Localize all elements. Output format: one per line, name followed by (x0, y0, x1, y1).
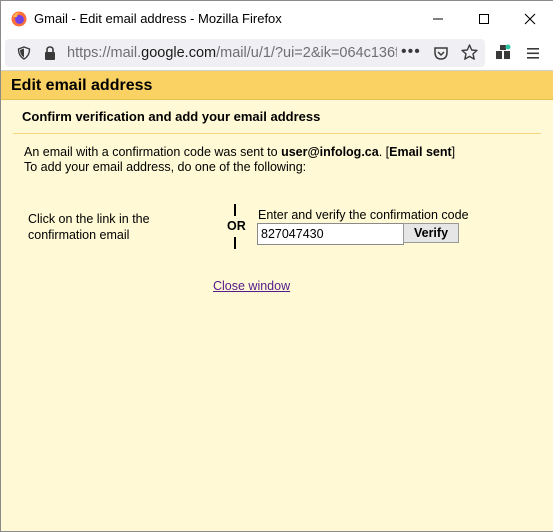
maximize-icon (479, 13, 489, 24)
url-text[interactable]: https://mail.google.com/mail/u/1/?ui=2&i… (67, 45, 397, 61)
confirmation-code-input[interactable] (257, 223, 404, 245)
firefox-popup-window: Gmail - Edit email address - Mozilla Fir… (0, 0, 553, 532)
option-click-link: Click on the link in the confirmation em… (28, 212, 150, 242)
email-sent-status: Email sent (389, 145, 452, 159)
minimize-icon (433, 18, 443, 19)
title-bar[interactable]: Gmail - Edit email address - Mozilla Fir… (1, 1, 553, 36)
tracking-shield-icon[interactable] (17, 46, 31, 60)
extensions-icon[interactable] (495, 44, 511, 60)
instruction-text: To add your email address, do one of the… (24, 160, 307, 174)
close-window-link[interactable]: Close window (213, 279, 290, 293)
or-divider-top (234, 204, 236, 216)
close-button[interactable] (507, 1, 553, 36)
pocket-icon[interactable] (433, 45, 449, 61)
code-label: Enter and verify the confirmation code (258, 208, 469, 222)
close-icon (524, 13, 536, 24)
or-divider-bottom (234, 237, 236, 249)
confirmation-message: An email with a confirmation code was se… (24, 145, 544, 175)
dialog-content: Edit email address Confirm verification … (1, 71, 553, 531)
lock-icon[interactable] (43, 45, 57, 61)
subheader-title: Confirm verification and add your email … (22, 109, 321, 124)
dialog-title: Edit email address (11, 77, 153, 94)
dialog-header: Edit email address (1, 71, 553, 100)
navigation-bar: https://mail.google.com/mail/u/1/?ui=2&i… (1, 36, 553, 71)
message-text: An email with a confirmation code was se… (24, 145, 282, 159)
email-address: user@infolog.ca (281, 145, 379, 159)
or-separator: OR (227, 219, 246, 233)
window-title: Gmail - Edit email address - Mozilla Fir… (34, 11, 282, 26)
maximize-button[interactable] (461, 1, 507, 36)
message-text-2: . [ (378, 145, 390, 159)
verify-button[interactable]: Verify (403, 223, 459, 243)
message-text-3: ] (451, 145, 456, 159)
firefox-logo-icon (11, 11, 27, 27)
dialog-subheader: Confirm verification and add your email … (13, 105, 541, 134)
bookmark-star-icon[interactable] (461, 44, 478, 61)
url-field[interactable]: https://mail.google.com/mail/u/1/?ui=2&i… (5, 39, 485, 67)
app-menu-icon[interactable] (526, 45, 542, 61)
minimize-button[interactable] (415, 1, 461, 36)
page-actions-icon[interactable]: ••• (401, 43, 421, 61)
